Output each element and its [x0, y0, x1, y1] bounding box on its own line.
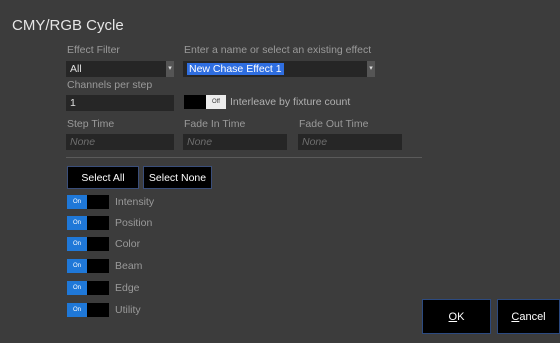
separator [66, 157, 422, 158]
effect-name-value: New Chase Effect 1 [187, 63, 284, 75]
toggle-state-text: On [67, 281, 87, 295]
toggle-state-text: Off [206, 95, 226, 109]
toggle-knob [87, 237, 109, 251]
toggle-knob [184, 95, 206, 109]
fade-in-time-input[interactable]: None [183, 134, 287, 150]
toggle-knob [87, 259, 109, 273]
ok-button[interactable]: OK [422, 299, 491, 334]
channels-per-step-label: Channels per step [67, 79, 153, 91]
position-toggle[interactable]: On [67, 216, 109, 230]
ok-mnemonic: O [448, 310, 458, 323]
interleave-toggle[interactable]: Off [184, 95, 226, 109]
step-time-label: Step Time [67, 118, 115, 130]
channels-per-step-input[interactable]: 1 [66, 95, 174, 111]
toggle-knob [87, 195, 109, 209]
chevron-down-icon[interactable]: ▾ [166, 61, 174, 77]
position-label: Position [115, 217, 153, 229]
toggle-state-text: On [67, 303, 87, 317]
toggle-knob [87, 281, 109, 295]
interleave-label: Interleave by fixture count [230, 96, 351, 108]
color-toggle[interactable]: On [67, 237, 109, 251]
window-title: CMY/RGB Cycle [12, 17, 124, 34]
fade-in-time-label: Fade In Time [184, 118, 246, 130]
fade-out-time-label: Fade Out Time [299, 118, 369, 130]
toggle-state-text: On [67, 195, 87, 209]
effect-name-combobox[interactable]: New Chase Effect 1 ▾ [183, 61, 375, 77]
intensity-label: Intensity [115, 196, 155, 208]
beam-label: Beam [115, 260, 143, 272]
fade-out-time-input[interactable]: None [298, 134, 402, 150]
cancel-button[interactable]: Cancel [497, 299, 560, 334]
toggle-state-text: On [67, 216, 87, 230]
effect-filter-label: Effect Filter [67, 44, 120, 56]
effect-name-label: Enter a name or select an existing effec… [184, 44, 372, 56]
utility-toggle[interactable]: On [67, 303, 109, 317]
utility-label: Utility [115, 304, 141, 316]
cancel-label-rest: ancel [519, 310, 546, 323]
toggle-state-text: On [67, 237, 87, 251]
select-none-button[interactable]: Select None [143, 166, 212, 189]
effect-filter-select[interactable]: All ▾ [66, 61, 174, 77]
chevron-down-icon[interactable]: ▾ [367, 61, 375, 77]
toggle-knob [87, 303, 109, 317]
intensity-toggle[interactable]: On [67, 195, 109, 209]
ok-label-rest: K [457, 310, 465, 323]
beam-toggle[interactable]: On [67, 259, 109, 273]
select-all-button[interactable]: Select All [67, 166, 139, 189]
edge-toggle[interactable]: On [67, 281, 109, 295]
toggle-state-text: On [67, 259, 87, 273]
toggle-knob [87, 216, 109, 230]
effect-filter-value: All [70, 63, 82, 75]
edge-label: Edge [115, 282, 140, 294]
cancel-mnemonic: C [511, 310, 520, 323]
color-label: Color [115, 238, 141, 250]
step-time-input[interactable]: None [66, 134, 174, 150]
